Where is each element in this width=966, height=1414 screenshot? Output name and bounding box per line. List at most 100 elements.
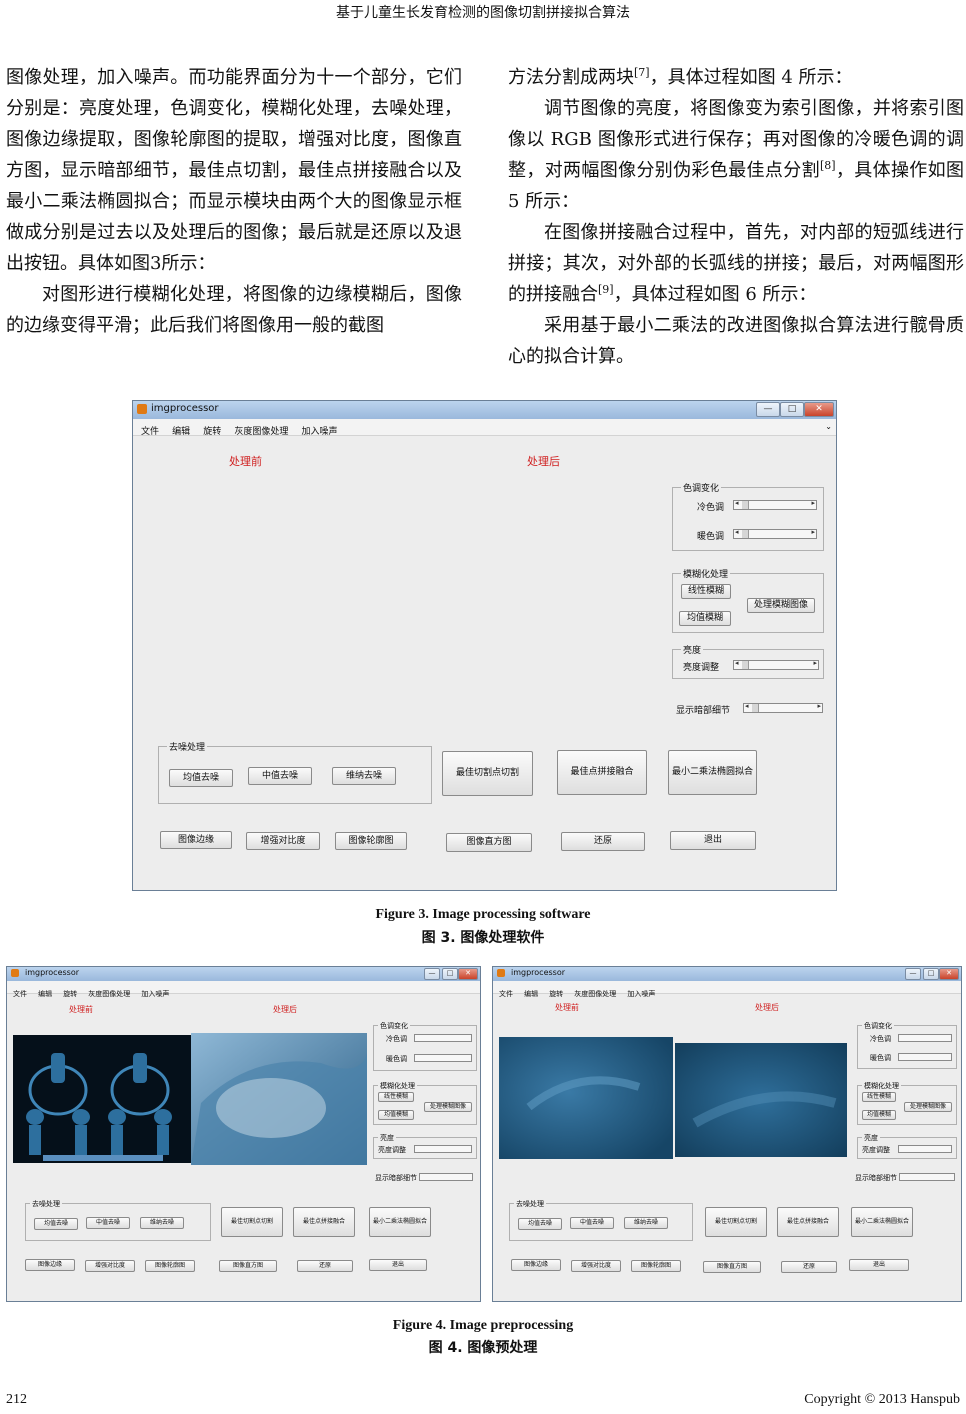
restore-button[interactable]: 还原 <box>297 1260 353 1272</box>
citation-8[interactable]: [8] <box>820 159 836 172</box>
best-cut-button[interactable]: 最佳切割点切割 <box>221 1207 283 1237</box>
menu-edit[interactable]: 编辑 <box>172 424 190 440</box>
tone-panel-left: 色调变化 冷色调 暖色调 <box>373 1021 477 1071</box>
brightness-slider[interactable]: ◂ ▸ <box>733 659 819 670</box>
title-bar-right[interactable]: imgprocessor — □ ✕ <box>493 967 961 981</box>
contrast-button[interactable]: 增强对比度 <box>246 832 320 850</box>
minimize-button[interactable]: — <box>756 402 780 417</box>
histogram-button[interactable]: 图像直方图 <box>703 1261 761 1273</box>
warm-label: 暖色调 <box>386 1055 407 1063</box>
citation-9[interactable]: [9] <box>598 283 614 296</box>
dark-detail-slider[interactable]: ◂ ▸ <box>743 702 823 713</box>
menu-gray[interactable]: 灰度图像处理 <box>234 424 288 440</box>
blur-panel-left: 模糊化处理 线性模糊 处理模糊图像 均值模糊 <box>373 1081 477 1125</box>
wiener-denoise-button[interactable]: 维纳去噪 <box>332 767 396 785</box>
cool-slider[interactable] <box>898 1034 952 1042</box>
menu-rotate[interactable]: 旋转 <box>203 424 221 440</box>
process-blur-button[interactable]: 处理模糊图像 <box>904 1102 952 1112</box>
maximize-button[interactable]: □ <box>442 968 458 980</box>
menu-noise[interactable]: 加入噪声 <box>627 988 655 1000</box>
best-fuse-button[interactable]: 最佳点拼接融合 <box>777 1207 839 1237</box>
xray-before-image <box>13 1035 191 1163</box>
best-fuse-button[interactable]: 最佳点拼接融合 <box>293 1207 355 1237</box>
menu-file[interactable]: 文件 <box>499 988 513 1000</box>
histogram-button[interactable]: 图像直方图 <box>219 1260 277 1272</box>
mean-blur-button[interactable]: 均值模糊 <box>378 1110 414 1120</box>
warm-slider[interactable] <box>898 1053 952 1061</box>
mean-denoise-button[interactable]: 均值去噪 <box>34 1218 78 1230</box>
dark-detail-slider[interactable] <box>899 1173 955 1181</box>
mean-denoise-button[interactable]: 均值去噪 <box>169 769 233 787</box>
citation-7[interactable]: [7] <box>634 66 650 79</box>
menu-file[interactable]: 文件 <box>13 988 27 1000</box>
median-denoise-button[interactable]: 中值去噪 <box>86 1217 130 1229</box>
chevron-down-icon[interactable]: ⌄ <box>825 419 832 435</box>
menu-edit[interactable]: 编辑 <box>38 988 52 1000</box>
contour-button[interactable]: 图像轮廓图 <box>145 1260 195 1272</box>
median-denoise-button[interactable]: 中值去噪 <box>570 1217 614 1229</box>
cool-label: 冷色调 <box>697 503 725 513</box>
title-bar[interactable]: imgprocessor — □ ✕ <box>133 401 836 419</box>
denoise-panel-left: 去噪处理 均值去噪 中值去噪 维纳去噪 <box>25 1199 211 1241</box>
menu-edit[interactable]: 编辑 <box>524 988 538 1000</box>
mean-denoise-button[interactable]: 均值去噪 <box>518 1218 562 1230</box>
title-bar-left[interactable]: imgprocessor — □ ✕ <box>7 967 480 981</box>
menu-noise[interactable]: 加入噪声 <box>141 988 169 1000</box>
cool-slider[interactable]: ◂ ▸ <box>733 499 817 510</box>
wiener-denoise-button[interactable]: 维纳去噪 <box>140 1217 184 1229</box>
right-paragraph-4: 采用基于最小二乘法的改进图像拟合算法进行髋骨质心的拟合计算。 <box>508 315 964 367</box>
best-cut-button[interactable]: 最佳切割点切割 <box>442 751 533 796</box>
cool-slider[interactable] <box>414 1034 472 1042</box>
left-paragraph-1: 图像处理，加入噪声。而功能界面分为十一个部分，它们分别是：亮度处理，色调变化，模… <box>6 67 462 274</box>
exit-button[interactable]: 退出 <box>670 831 756 850</box>
maximize-button[interactable]: □ <box>780 402 804 417</box>
linear-blur-button[interactable]: 线性模糊 <box>862 1092 896 1102</box>
restore-button[interactable]: 还原 <box>561 832 645 851</box>
brightness-slider[interactable] <box>414 1145 472 1153</box>
best-fuse-button[interactable]: 最佳点拼接融合 <box>557 750 647 795</box>
linear-blur-button[interactable]: 线性模糊 <box>378 1092 414 1102</box>
contrast-button[interactable]: 增强对比度 <box>571 1260 621 1272</box>
restore-button[interactable]: 还原 <box>781 1261 837 1273</box>
menu-gray[interactable]: 灰度图像处理 <box>574 988 616 1000</box>
dark-detail-slider[interactable] <box>419 1173 473 1181</box>
after-label: 处理后 <box>527 455 560 468</box>
menu-gray[interactable]: 灰度图像处理 <box>88 988 130 1000</box>
ellipse-fit-button[interactable]: 最小二乘法椭圆拟合 <box>668 750 757 795</box>
linear-blur-button[interactable]: 线性模糊 <box>681 584 731 599</box>
best-cut-button[interactable]: 最佳切割点切割 <box>705 1207 767 1237</box>
minimize-button[interactable]: — <box>905 968 921 980</box>
wiener-denoise-button[interactable]: 维纳去噪 <box>624 1217 668 1229</box>
exit-button[interactable]: 退出 <box>849 1259 909 1271</box>
minimize-button[interactable]: — <box>424 968 440 980</box>
menu-noise[interactable]: 加入噪声 <box>301 424 337 440</box>
process-blur-button[interactable]: 处理模糊图像 <box>747 598 815 613</box>
mean-blur-button[interactable]: 均值模糊 <box>679 611 731 626</box>
median-denoise-button[interactable]: 中值去噪 <box>248 767 312 785</box>
menu-rotate[interactable]: 旋转 <box>549 988 563 1000</box>
menu-rotate[interactable]: 旋转 <box>63 988 77 1000</box>
warm-slider[interactable] <box>414 1054 472 1062</box>
after-label: 处理后 <box>755 1003 779 1012</box>
ellipse-fit-button[interactable]: 最小二乘法椭圆拟合 <box>851 1207 913 1237</box>
left-paragraph-2: 对图形进行模糊化处理，将图像的边缘模糊后，图像的边缘变得平滑；此后我们将图像用一… <box>6 284 462 336</box>
ellipse-fit-button[interactable]: 最小二乘法椭圆拟合 <box>369 1207 431 1237</box>
mean-blur-button[interactable]: 均值模糊 <box>862 1110 896 1120</box>
maximize-button[interactable]: □ <box>923 968 939 980</box>
edge-button[interactable]: 图像边缘 <box>511 1259 561 1271</box>
brightness-slider[interactable] <box>898 1145 952 1153</box>
close-button[interactable]: ✕ <box>939 968 959 980</box>
contrast-button[interactable]: 增强对比度 <box>85 1260 135 1272</box>
contour-button[interactable]: 图像轮廓图 <box>631 1260 681 1272</box>
warm-slider[interactable]: ◂ ▸ <box>733 528 817 539</box>
menu-file[interactable]: 文件 <box>141 424 159 440</box>
exit-button[interactable]: 退出 <box>369 1259 427 1271</box>
process-blur-button[interactable]: 处理模糊图像 <box>424 1102 472 1112</box>
before-label: 处理前 <box>229 455 262 468</box>
close-button[interactable]: ✕ <box>804 402 834 417</box>
edge-button[interactable]: 图像边缘 <box>25 1259 75 1271</box>
edge-button[interactable]: 图像边缘 <box>160 831 232 849</box>
close-button[interactable]: ✕ <box>458 968 478 980</box>
contour-button[interactable]: 图像轮廓图 <box>335 832 407 850</box>
histogram-button[interactable]: 图像直方图 <box>446 833 532 852</box>
